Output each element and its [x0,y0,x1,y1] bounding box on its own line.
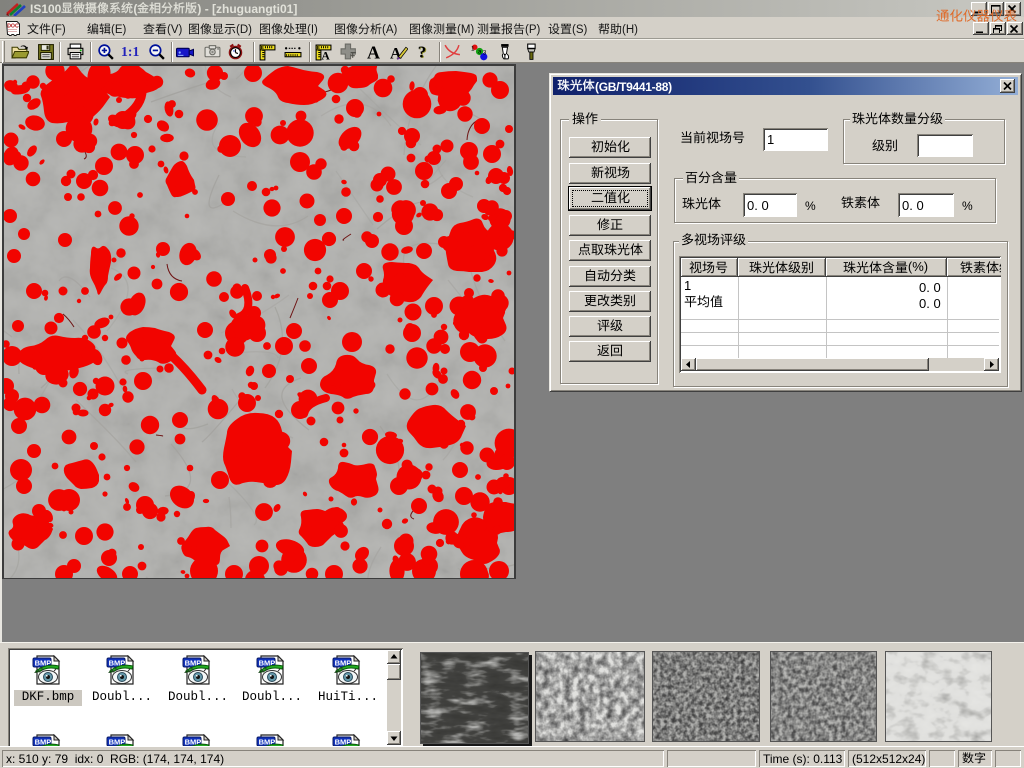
svg-text:E: E [261,45,264,51]
svg-text:?: ? [418,43,426,61]
svg-text:1: 1 [471,45,475,52]
svg-text:a: a [478,49,482,56]
svg-text:A: A [390,45,402,61]
svg-text:A: A [367,43,380,61]
svg-text:3: 3 [483,50,487,57]
svg-text:DOC: DOC [7,24,19,30]
svg-text:A: A [321,49,330,61]
svg-text:E: E [317,45,320,51]
svg-text:1:1: 1:1 [121,44,139,59]
